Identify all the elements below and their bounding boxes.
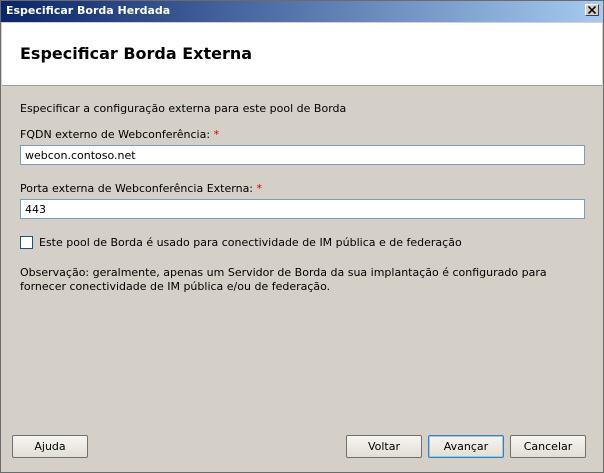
federation-checkbox-label[interactable]: Este pool de Borda é usado para conectiv… xyxy=(39,236,462,249)
port-label-text: Porta externa de Webconferência Externa: xyxy=(20,182,254,195)
port-label: Porta externa de Webconferência Externa:… xyxy=(20,182,262,195)
cancel-button[interactable]: Cancelar xyxy=(510,435,586,458)
help-button[interactable]: Ajuda xyxy=(12,435,88,458)
intro-text: Especificar a configuração externa para … xyxy=(20,102,347,115)
fqdn-label: FQDN externo de Webconferência: * xyxy=(20,128,219,141)
port-input[interactable] xyxy=(20,199,585,219)
federation-checkbox[interactable] xyxy=(20,236,33,249)
window-title: Especificar Borda Herdada xyxy=(6,4,171,17)
close-button[interactable] xyxy=(585,4,599,16)
next-button[interactable]: Avançar xyxy=(428,435,504,458)
fqdn-label-text: FQDN externo de Webconferência: xyxy=(20,128,211,141)
required-marker: * xyxy=(213,128,220,141)
required-marker: * xyxy=(256,182,263,195)
note-text: Observação: geralmente, apenas um Servid… xyxy=(20,266,547,293)
page-heading: Especificar Borda Externa xyxy=(20,44,253,63)
back-button[interactable]: Voltar xyxy=(346,435,422,458)
fqdn-input[interactable] xyxy=(20,145,585,165)
title-bar[interactable]: Especificar Borda Herdada xyxy=(1,1,603,22)
dialog-window: Especificar Borda Herdada Especificar Bo… xyxy=(0,0,604,473)
header-panel: Especificar Borda Externa xyxy=(2,23,602,86)
